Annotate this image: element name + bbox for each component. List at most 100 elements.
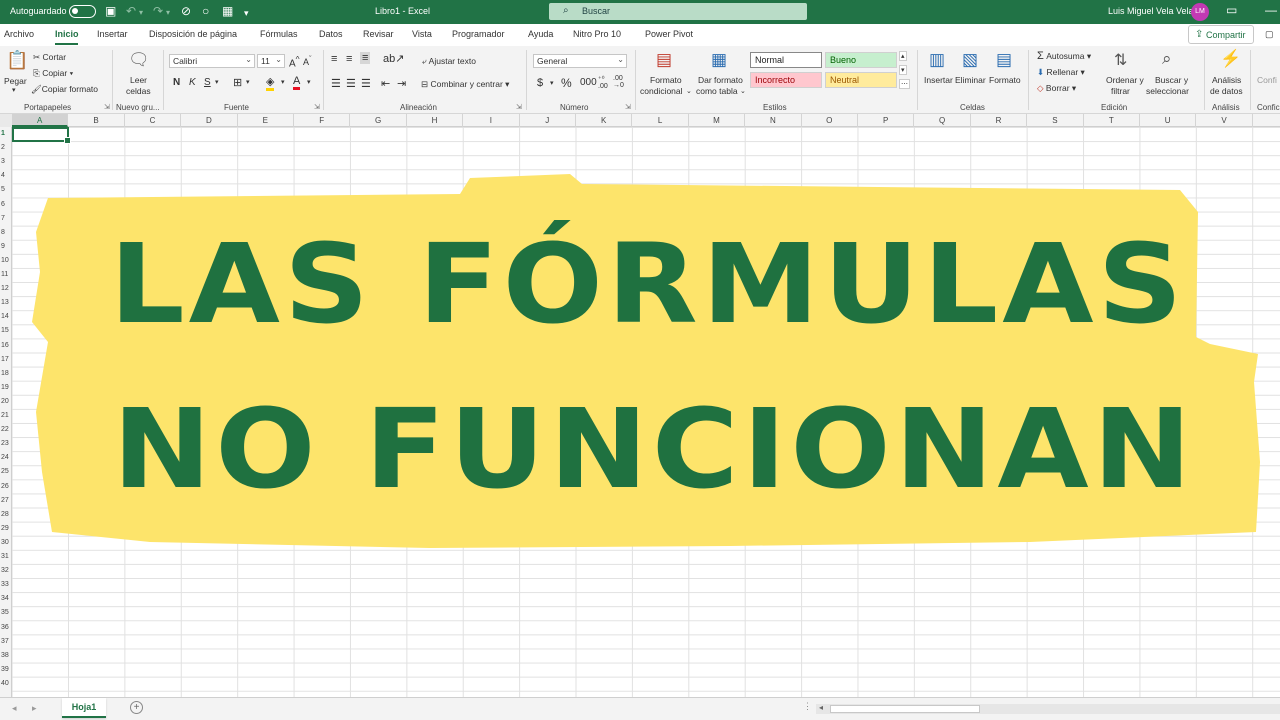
scroll-left-icon[interactable]: ◂ xyxy=(819,703,823,712)
sort-filter-label-1[interactable]: Ordenar y xyxy=(1106,75,1144,85)
row-header-40[interactable]: 40 xyxy=(0,680,12,687)
delete-cells-icon[interactable]: ▧ xyxy=(962,50,978,70)
row-header-26[interactable]: 26 xyxy=(0,483,12,490)
customize-toolbar-icon[interactable]: ▾ xyxy=(244,6,249,20)
number-launcher-icon[interactable]: ⇲ xyxy=(625,103,631,111)
row-header-2[interactable]: 2 xyxy=(0,144,12,151)
decrease-decimal-icon[interactable]: .00 →0 xyxy=(613,75,624,89)
column-header-t[interactable]: T xyxy=(1084,114,1140,127)
column-header-a[interactable]: A xyxy=(12,114,69,127)
row-header-21[interactable]: 21 xyxy=(0,412,12,419)
increase-font-icon[interactable]: A^ xyxy=(289,54,300,69)
styles-scroll-up-icon[interactable]: ▴ xyxy=(899,51,907,61)
alignment-launcher-icon[interactable]: ⇲ xyxy=(516,103,522,111)
column-header-p[interactable]: P xyxy=(858,114,915,127)
next-sheet-icon[interactable]: ▸ xyxy=(32,703,37,714)
tab-revisar[interactable]: Revisar xyxy=(363,29,394,39)
autosum-button[interactable]: Σ Autosuma ▾ xyxy=(1037,50,1091,62)
row-header-1[interactable]: 1 xyxy=(0,130,12,137)
tab-inicio[interactable]: Inicio xyxy=(55,29,79,39)
row-header-34[interactable]: 34 xyxy=(0,595,12,602)
format-table-label-2[interactable]: como tabla xyxy=(696,86,738,96)
row-header-29[interactable]: 29 xyxy=(0,525,12,532)
increase-decimal-icon[interactable]: ⁺⁰ .00 xyxy=(598,75,608,90)
tab-vista[interactable]: Vista xyxy=(412,29,432,39)
row-header-7[interactable]: 7 xyxy=(0,215,12,222)
horizontal-scrollbar[interactable]: ◂ xyxy=(816,703,1280,714)
undo-icon[interactable]: ↶ xyxy=(126,4,136,18)
tab-nitro[interactable]: Nitro Pro 10 xyxy=(573,29,621,39)
column-header-b[interactable]: B xyxy=(68,114,125,127)
confidentiality-button[interactable]: Confi xyxy=(1257,75,1277,85)
row-header-13[interactable]: 13 xyxy=(0,299,12,306)
font-size-select[interactable]: 11 ⌄ xyxy=(257,54,285,68)
fill-dropdown-icon[interactable]: ▾ xyxy=(281,78,285,86)
add-sheet-icon[interactable]: + xyxy=(130,701,143,714)
fill-button[interactable]: ⬇ Rellenar ▾ xyxy=(1037,67,1085,78)
find-select-label-2[interactable]: seleccionar xyxy=(1146,86,1189,96)
column-header-r[interactable]: R xyxy=(971,114,1028,127)
format-painter-button[interactable]: 🖌Copiar formato xyxy=(31,84,98,95)
delete-cells-button[interactable]: Eliminar xyxy=(955,75,986,85)
row-header-37[interactable]: 37 xyxy=(0,638,12,645)
row-header-38[interactable]: 38 xyxy=(0,652,12,659)
find-select-icon[interactable]: ⌕ xyxy=(1162,49,1172,69)
row-header-32[interactable]: 32 xyxy=(0,567,12,574)
font-color-dropdown-icon[interactable]: ▾ xyxy=(307,78,311,86)
row-header-18[interactable]: 18 xyxy=(0,370,12,377)
column-header-q[interactable]: Q xyxy=(914,114,971,127)
row-header-9[interactable]: 9 xyxy=(0,243,12,250)
row-header-27[interactable]: 27 xyxy=(0,497,12,504)
borders-dropdown-icon[interactable]: ▾ xyxy=(246,78,250,86)
avatar[interactable]: LM xyxy=(1191,3,1209,21)
row-header-31[interactable]: 31 xyxy=(0,553,12,560)
analyze-data-icon[interactable]: ⚡ xyxy=(1220,49,1241,69)
percent-icon[interactable]: % xyxy=(561,76,572,90)
align-top-icon[interactable]: ≡ xyxy=(331,53,337,65)
conditional-format-label-2[interactable]: condicional xyxy=(640,86,683,96)
sheet-tab-hoja1[interactable]: Hoja1 xyxy=(62,698,106,718)
row-header-6[interactable]: 6 xyxy=(0,201,12,208)
share-button[interactable]: ⇪ Compartir xyxy=(1188,25,1254,44)
prev-sheet-icon[interactable]: ◂ xyxy=(12,703,17,714)
read-cells-icon[interactable]: 🗨 xyxy=(128,50,150,70)
cut-button[interactable]: ✂ Cortar xyxy=(33,52,66,63)
increase-indent-icon[interactable]: ⇥ xyxy=(397,77,406,90)
column-header-s[interactable]: S xyxy=(1027,114,1084,127)
form-icon[interactable]: ▦ xyxy=(222,4,233,18)
undo-dropdown-icon[interactable]: ▾ xyxy=(139,6,143,20)
currency-icon[interactable]: $ xyxy=(537,77,543,89)
decrease-indent-icon[interactable]: ⇤ xyxy=(381,77,390,90)
column-header-i[interactable]: I xyxy=(463,114,520,127)
row-header-17[interactable]: 17 xyxy=(0,356,12,363)
row-header-25[interactable]: 25 xyxy=(0,468,12,475)
bold-button[interactable]: N xyxy=(173,77,180,88)
row-header-22[interactable]: 22 xyxy=(0,426,12,433)
row-header-35[interactable]: 35 xyxy=(0,609,12,616)
merge-center-button[interactable]: ⊟ Combinar y centrar ▾ xyxy=(421,79,509,90)
row-header-23[interactable]: 23 xyxy=(0,440,12,447)
conditional-format-label-1[interactable]: Formato xyxy=(650,75,682,85)
row-header-10[interactable]: 10 xyxy=(0,257,12,264)
insert-cells-button[interactable]: Insertar xyxy=(924,75,953,85)
underline-button[interactable]: S xyxy=(204,77,211,88)
underline-dropdown-icon[interactable]: ▾ xyxy=(215,78,219,86)
row-header-16[interactable]: 16 xyxy=(0,342,12,349)
minimize-icon[interactable]: — xyxy=(1265,3,1277,17)
format-table-icon[interactable]: ▦ xyxy=(711,50,727,70)
column-header-h[interactable]: H xyxy=(407,114,464,127)
tab-insertar[interactable]: Insertar xyxy=(97,29,128,39)
select-all-corner[interactable] xyxy=(0,114,12,127)
paste-button[interactable]: Pegar xyxy=(4,76,27,86)
column-header-f[interactable]: F xyxy=(294,114,351,127)
column-header-n[interactable]: N xyxy=(745,114,802,127)
row-header-19[interactable]: 19 xyxy=(0,384,12,391)
orientation-icon[interactable]: ab↗ xyxy=(383,52,404,65)
style-neutral[interactable]: Neutral xyxy=(825,72,897,88)
column-header-g[interactable]: G xyxy=(350,114,407,127)
row-header-39[interactable]: 39 xyxy=(0,666,12,673)
find-select-label-1[interactable]: Buscar y xyxy=(1155,75,1188,85)
tab-disposicion[interactable]: Disposición de página xyxy=(149,29,237,39)
circle-icon[interactable]: ○ xyxy=(202,4,209,18)
row-header-12[interactable]: 12 xyxy=(0,285,12,292)
